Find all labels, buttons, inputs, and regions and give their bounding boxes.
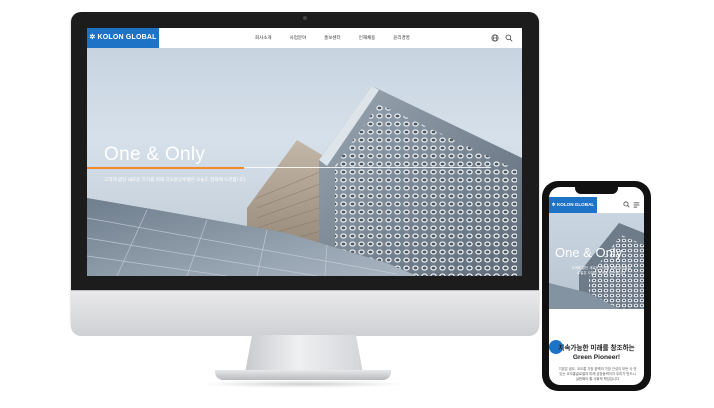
mobile-logo[interactable]: ✲ KOLON GLOBAL: [549, 197, 597, 213]
desktop-hero-subtitle: 고객에 없던 새로운 가치를 위해 코오롱글로벌은 오늘도 현재에 도전합니다: [104, 177, 246, 182]
nav-item-business[interactable]: 사업분야: [290, 35, 307, 41]
monitor-camera: [303, 16, 307, 20]
search-icon[interactable]: [505, 34, 513, 42]
mobile-section-title-line2: Green Pioneer!: [572, 354, 621, 361]
globe-icon[interactable]: [491, 34, 499, 42]
mobile-screen: ✲ KOLON GLOBAL One & Only 고객에 없던 새로운 가치를…: [549, 187, 644, 385]
desktop-header: ✲ KOLON GLOBAL 회사소개 사업분야 홍보센터 인재채용 윤리경영: [87, 28, 522, 48]
desktop-main-nav: 회사소개 사업분야 홍보센터 인재채용 윤리경영: [255, 28, 410, 48]
desktop-logo[interactable]: ✲ KOLON GLOBAL: [87, 28, 159, 48]
mobile-section-title-line1: 지속가능한 미래를 창조하는: [558, 345, 635, 352]
desktop-hero: One & Only 고객에 없던 새로운 가치를 위해 코오롱글로벌은 오늘도…: [87, 48, 522, 276]
mobile-hero: One & Only 고객에 없던 새로운 가치를 위해 코오롱글로벌은 오늘도…: [549, 213, 644, 309]
desktop-logo-text: KOLON GLOBAL: [97, 34, 157, 41]
kolon-logo-mark-icon: ✲: [89, 34, 96, 41]
monitor-stand-foot: [215, 370, 391, 380]
mobile-hero-photo: [549, 223, 644, 309]
mobile-section-body: 기본은 쉽도, 코오롱 가장 완벽의 가장 근성이 모든 사 전 있는 코오롱글…: [558, 367, 637, 381]
monitor-shadow: [200, 380, 406, 388]
phone-notch: [575, 186, 618, 194]
nav-item-recruit[interactable]: 인재채용: [359, 35, 376, 41]
mobile-hero-title: One & Only: [555, 245, 623, 260]
mobile-header: ✲ KOLON GLOBAL: [549, 197, 644, 213]
mobile-logo-text: KOLON GLOBAL: [556, 202, 595, 207]
hero-accent-line: [87, 167, 244, 169]
nav-item-ethics[interactable]: 윤리경영: [393, 35, 410, 41]
search-icon[interactable]: [623, 201, 630, 208]
desktop-screen: ✲KOLON GLOBAL 회사소개 사업분야 홍보센터 인재채용 윤리경영: [87, 28, 522, 276]
monitor-stand-neck: [245, 335, 363, 373]
monitor-chin: [71, 290, 539, 336]
nav-item-pr[interactable]: 홍보센터: [324, 35, 341, 41]
hero-divider-line: [244, 167, 491, 168]
desktop-hero-title: One & Only: [104, 144, 206, 165]
mobile-hero-subtitle: 고객에 없던 새로운 가치를 위해 코오롱글로벌은 오늘도 현재에 도전합니다: [571, 266, 631, 275]
nav-item-company[interactable]: 회사소개: [255, 35, 272, 41]
menu-icon[interactable]: [633, 202, 640, 208]
